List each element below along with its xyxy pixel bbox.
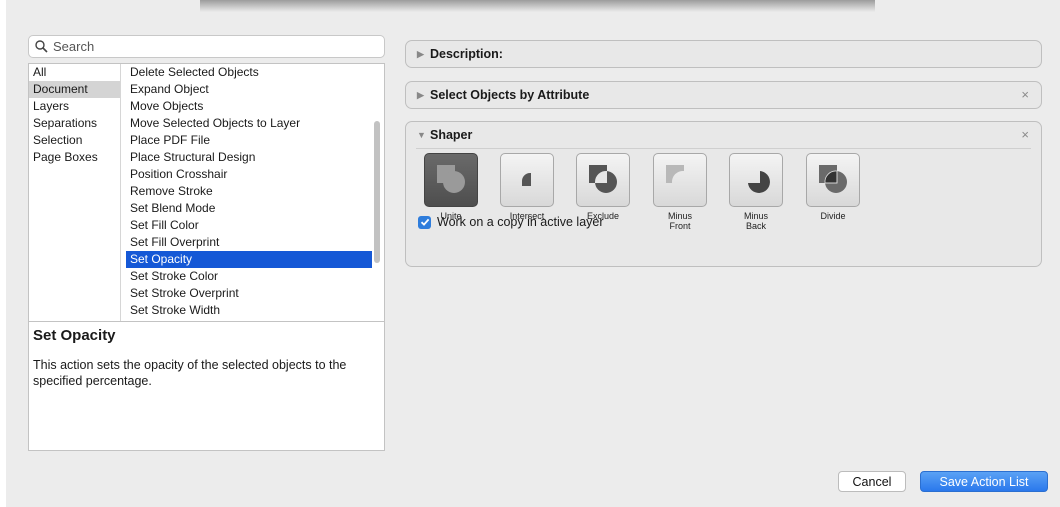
work-on-copy-label: Work on a copy in active layer	[437, 215, 604, 229]
shaper-op-button[interactable]	[806, 153, 860, 207]
action-item[interactable]: Move Objects	[126, 98, 372, 115]
toolbar-shadow	[200, 0, 875, 12]
action-list: Delete Selected Objects Expand Object Move…	[126, 64, 372, 321]
action-item[interactable]: Set Fill Overprint	[126, 234, 372, 251]
category-item[interactable]: Page Boxes	[29, 149, 120, 166]
window-edge	[0, 0, 6, 507]
action-item[interactable]: Set Stroke Overprint	[126, 285, 372, 302]
action-description-text: This action sets the opacity of the sele…	[33, 358, 347, 388]
shaper-op: Unite	[420, 153, 482, 221]
shaper-op-button[interactable]	[424, 153, 478, 207]
action-list-scrollbar[interactable]	[374, 121, 380, 263]
action-item[interactable]: Delete Selected Objects	[126, 64, 372, 81]
description-panel-header[interactable]: ▶ Description:	[406, 41, 1041, 67]
shaper-op: Exclude	[572, 153, 634, 221]
intersect-icon	[510, 162, 544, 199]
checkmark-icon	[420, 218, 429, 226]
close-icon[interactable]: ×	[1021, 127, 1029, 142]
action-item[interactable]: Place PDF File	[126, 132, 372, 149]
disclosure-right-icon: ▶	[417, 48, 424, 59]
action-item[interactable]: Set Opacity	[126, 251, 372, 268]
divider	[416, 148, 1031, 149]
select-by-attribute-panel: ▶ Select Objects by Attribute ×	[405, 81, 1042, 109]
shaper-op-button[interactable]	[653, 153, 707, 207]
unite-icon	[434, 162, 468, 199]
shaper-panel-title: Shaper	[430, 128, 473, 142]
work-on-copy-checkbox[interactable]	[418, 215, 431, 229]
shaper-panel: ▼ Shaper × Unite Intersect Exclude Minus Fr…	[405, 121, 1042, 267]
action-description-title: Set Opacity	[33, 327, 116, 344]
category-list: All Document Layers Separations Selection Pag…	[29, 64, 121, 321]
search-icon	[35, 40, 48, 53]
description-panel: ▶ Description:	[405, 40, 1042, 68]
shaper-op: Intersect	[496, 153, 558, 221]
search-input[interactable]	[53, 39, 373, 54]
disclosure-right-icon: ▶	[417, 89, 424, 100]
save-action-list-button[interactable]: Save Action List	[920, 471, 1048, 492]
action-item[interactable]: Set Blend Mode	[126, 200, 372, 217]
exclude-icon	[586, 162, 620, 199]
action-item[interactable]: Remove Stroke	[126, 183, 372, 200]
category-item[interactable]: Document	[29, 81, 120, 98]
minus-back-icon	[739, 162, 773, 199]
shaper-op-button[interactable]	[576, 153, 630, 207]
search-field[interactable]	[28, 35, 385, 58]
action-item[interactable]: Expand Object	[126, 81, 372, 98]
description-panel-title: Description:	[430, 47, 503, 61]
shaper-op-button[interactable]	[500, 153, 554, 207]
shaper-op-label: Minus Back	[743, 211, 768, 231]
shaper-op-button[interactable]	[729, 153, 783, 207]
shaper-op: Minus Front	[649, 153, 711, 231]
action-browser: All Document Layers Separations Selection Pag…	[28, 63, 385, 321]
shaper-panel-header[interactable]: ▼ Shaper	[406, 122, 1041, 148]
action-item[interactable]: Place Structural Design	[126, 149, 372, 166]
select-by-attribute-header[interactable]: ▶ Select Objects by Attribute	[406, 82, 1041, 108]
shaper-op-label: Minus Front	[667, 211, 692, 231]
action-item[interactable]: Set Stroke Width	[126, 302, 372, 319]
action-item[interactable]: Set Fill Color	[126, 217, 372, 234]
action-item[interactable]: Set Stroke Color	[126, 268, 372, 285]
minus-front-icon	[663, 162, 697, 199]
category-item[interactable]: All	[29, 64, 120, 81]
shaper-op: Divide	[802, 153, 864, 221]
action-item[interactable]: Position Crosshair	[126, 166, 372, 183]
action-description-panel: Set Opacity This action sets the opacity…	[28, 321, 385, 451]
shaper-op: Minus Back	[725, 153, 787, 231]
cancel-button[interactable]: Cancel	[838, 471, 906, 492]
action-item[interactable]: Move Selected Objects to Layer	[126, 115, 372, 132]
disclosure-down-icon: ▼	[417, 130, 426, 140]
category-item[interactable]: Selection	[29, 132, 120, 149]
work-on-copy-option[interactable]: Work on a copy in active layer	[418, 215, 604, 229]
shaper-op-label: Divide	[820, 211, 846, 221]
close-icon[interactable]: ×	[1021, 87, 1029, 102]
category-item[interactable]: Separations	[29, 115, 120, 132]
divide-icon	[816, 162, 850, 199]
select-by-attribute-title: Select Objects by Attribute	[430, 88, 590, 102]
category-item[interactable]: Layers	[29, 98, 120, 115]
